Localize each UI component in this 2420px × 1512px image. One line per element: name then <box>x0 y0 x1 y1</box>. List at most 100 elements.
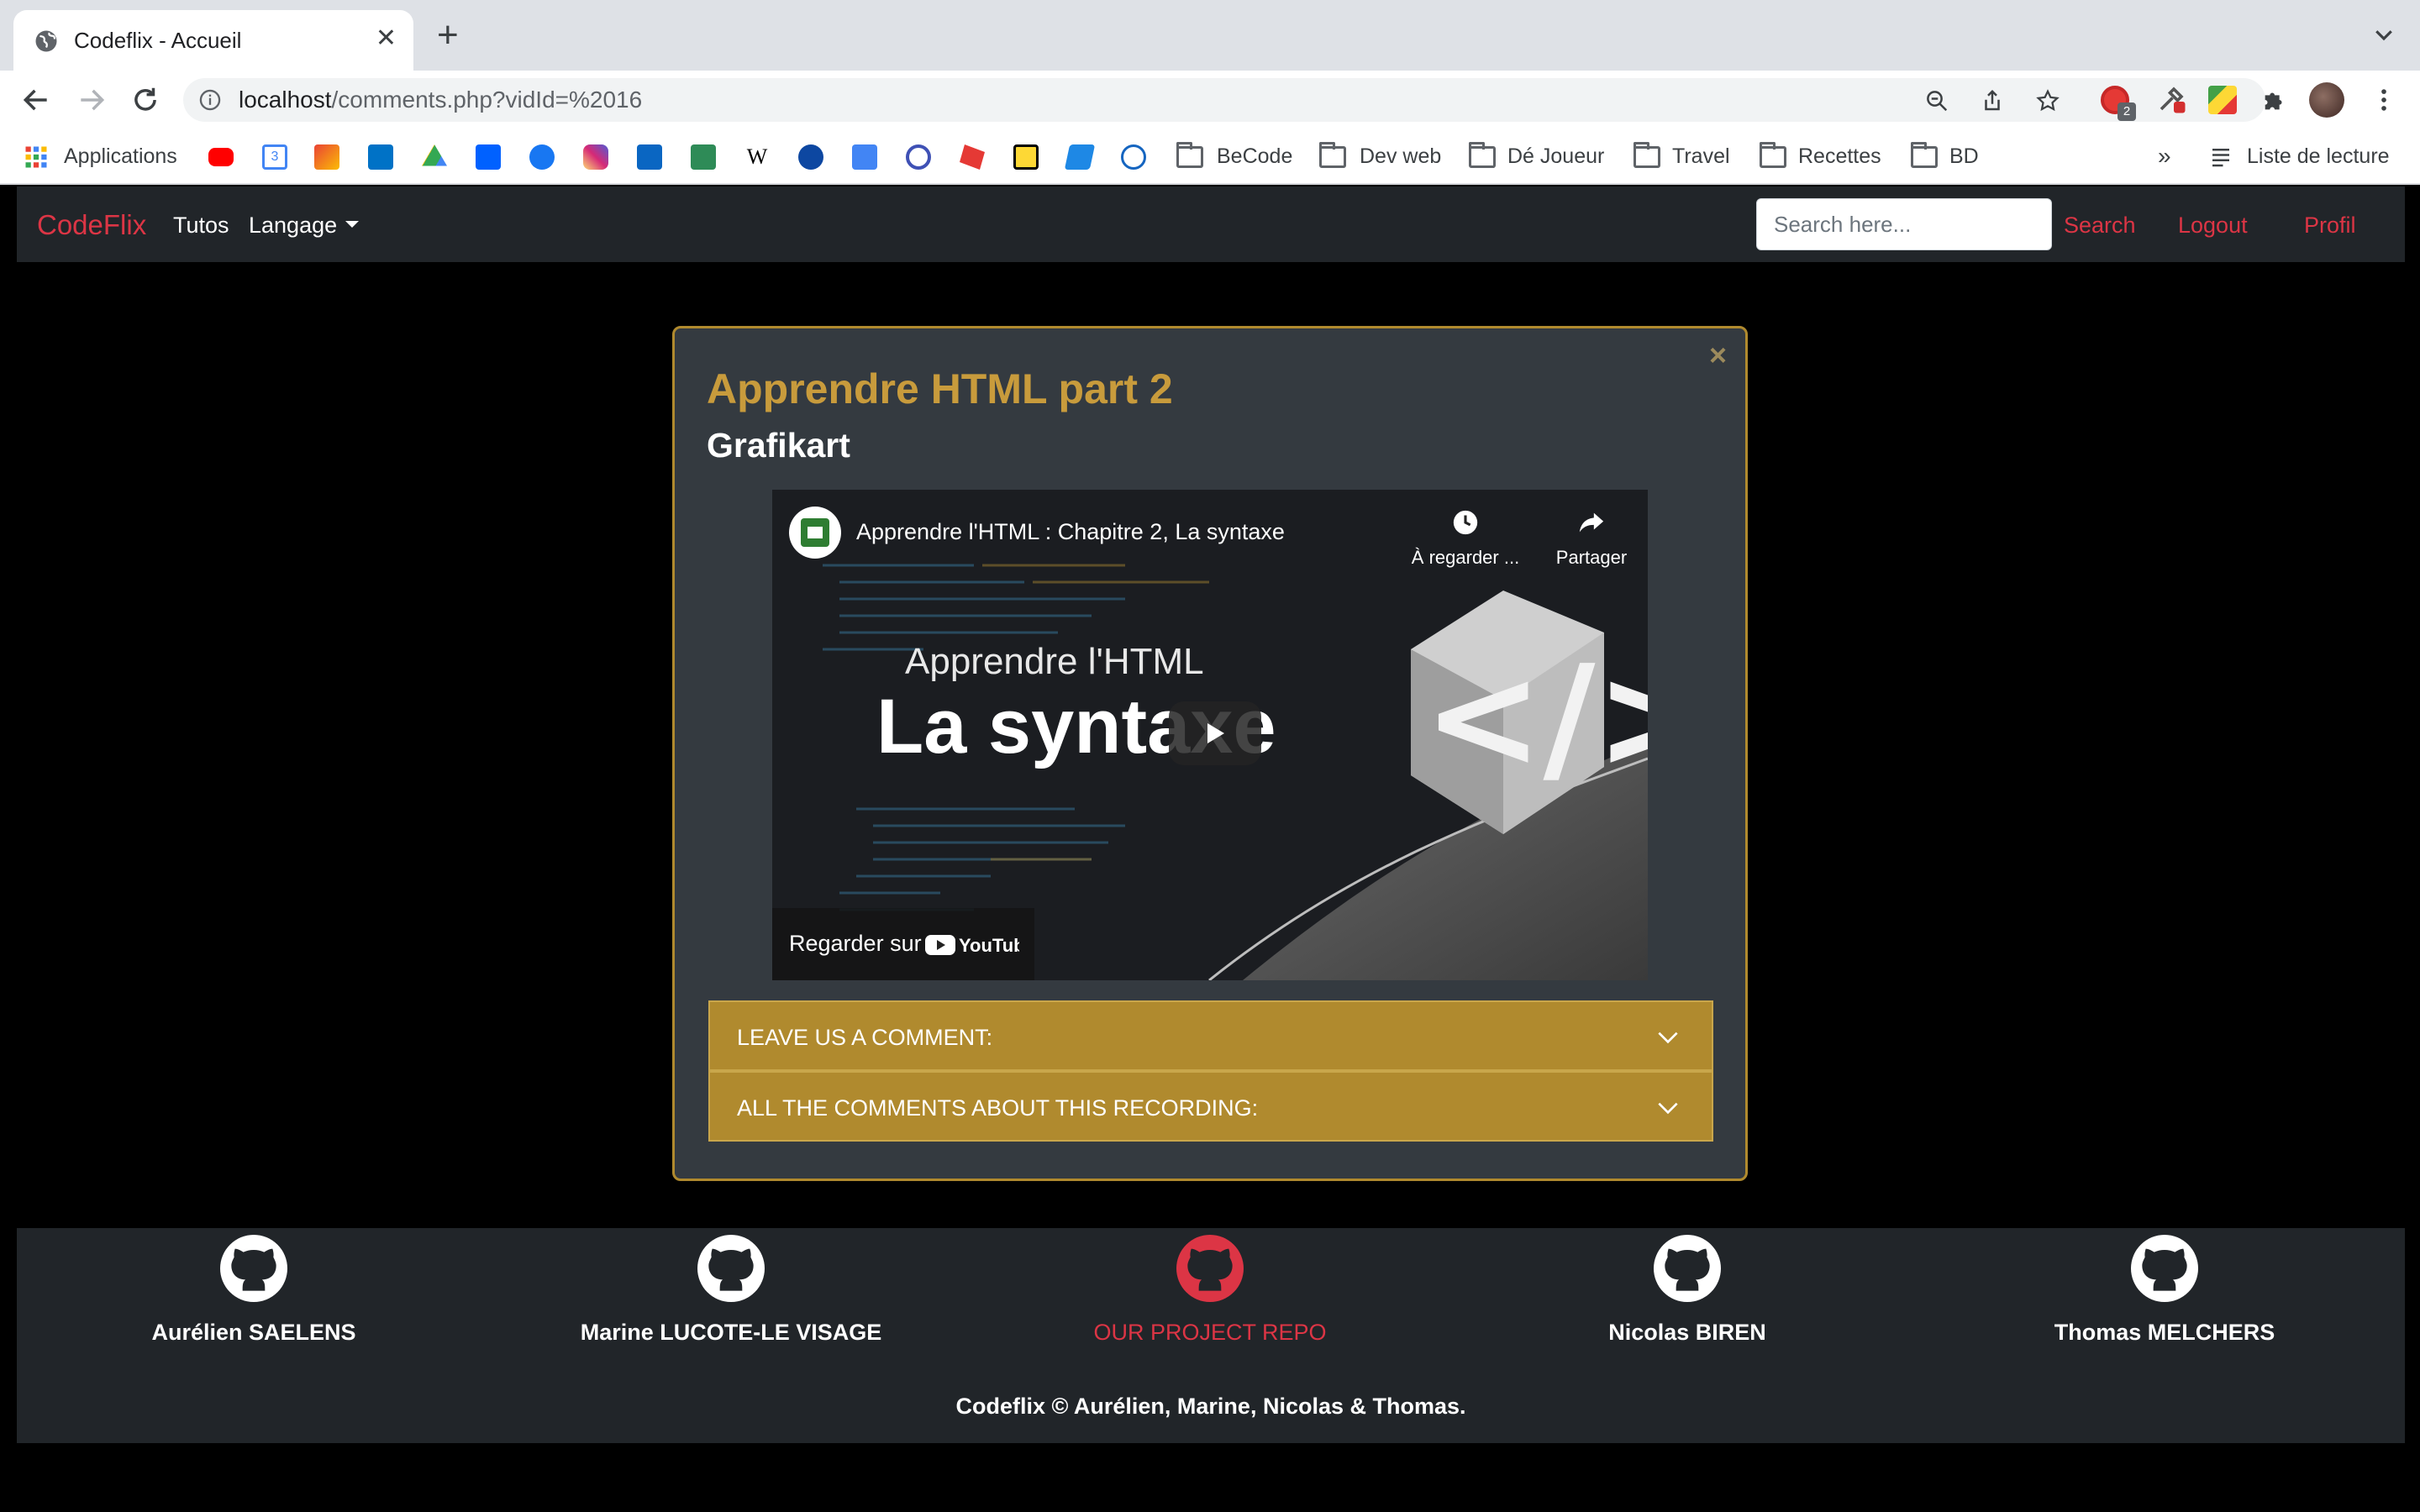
reading-list-icon[interactable] <box>2208 144 2233 170</box>
forward-icon[interactable] <box>76 84 108 116</box>
share-button[interactable]: Partager <box>1533 508 1648 570</box>
youtube-logo-icon: YouTube <box>925 935 1019 956</box>
eyedropper-extension-icon[interactable] <box>2156 84 2186 114</box>
page-body: CodeFlix Tutos Langage Search Logout Pro… <box>0 186 2420 1512</box>
github-icon <box>1654 1235 1721 1302</box>
close-icon[interactable]: × <box>1709 340 1727 370</box>
video-card: × Apprendre HTML part 2 Grafikart </ App… <box>672 326 1748 1181</box>
bookmark-folder-travel[interactable]: Travel <box>1672 143 1730 170</box>
embed-video-title[interactable]: Apprendre l'HTML : Chapitre 2, La syntax… <box>856 517 1285 547</box>
bookmarks-overflow-icon[interactable]: » <box>2158 143 2171 170</box>
chevron-down-icon <box>1658 1032 1678 1044</box>
bookmark-folder-de-joueur[interactable]: Dé Joueur <box>1507 143 1604 170</box>
apps-grid-icon[interactable] <box>24 144 49 170</box>
chevron-down-icon[interactable] <box>2371 22 2396 47</box>
github-icon <box>1176 1235 1244 1302</box>
translate-bookmark-icon[interactable] <box>852 144 877 170</box>
facebook-bookmark-icon[interactable] <box>529 144 555 170</box>
github-icon <box>697 1235 765 1302</box>
reading-list-label[interactable]: Liste de lecture <box>2247 143 2390 170</box>
channel-avatar[interactable] <box>789 507 841 559</box>
outlook-bookmark-icon[interactable] <box>368 144 393 170</box>
member-name: Aurélien SAELENS <box>151 1320 356 1345</box>
clock-icon <box>1453 510 1478 535</box>
browser-tab[interactable]: Codeflix - Accueil ✕ <box>13 10 413 71</box>
profil-link[interactable]: Profil <box>2304 210 2356 240</box>
linkedin-bookmark-icon[interactable] <box>637 144 662 170</box>
be-bookmark-icon[interactable] <box>798 144 823 170</box>
dropbox-bookmark-icon[interactable] <box>476 144 501 170</box>
gmail-bookmark-icon[interactable] <box>314 144 339 170</box>
member-nicolas[interactable]: Nicolas BIREN <box>1494 1235 1881 1347</box>
play-button[interactable] <box>1169 701 1261 765</box>
nav-langage-dropdown[interactable]: Langage <box>249 210 360 240</box>
all-comments-accordion[interactable]: ALL THE COMMENTS ABOUT THIS RECORDING: <box>708 1071 1713 1142</box>
red-bookmark-icon[interactable] <box>960 144 985 170</box>
address-bar[interactable]: localhost/comments.php?vidId=%2016 <box>183 78 2265 122</box>
tab-title: Codeflix - Accueil <box>74 28 242 53</box>
chevron-down-icon <box>1658 1102 1678 1115</box>
new-tab-icon[interactable]: + <box>437 17 459 54</box>
logout-link[interactable]: Logout <box>2178 210 2248 240</box>
site-navbar: CodeFlix Tutos Langage Search Logout Pro… <box>17 186 2405 262</box>
watch-on-youtube-button[interactable]: Regarder sur YouTube <box>772 908 1034 980</box>
youtube-wordmark: YouTube <box>959 935 1019 956</box>
instagram-bookmark-icon[interactable] <box>583 144 608 170</box>
b-bookmark-icon[interactable] <box>1121 144 1146 170</box>
watch-later-button[interactable]: À regarder ... <box>1402 508 1528 570</box>
bookmark-folder-bd[interactable]: BD <box>1949 143 1979 170</box>
folder-icon <box>1911 142 1938 168</box>
bookmark-folder-recettes[interactable]: Recettes <box>1798 143 1881 170</box>
leave-comment-label: LEAVE US A COMMENT: <box>737 1025 993 1050</box>
sheet-bookmark-icon[interactable] <box>691 144 716 170</box>
blue-bookmark-icon[interactable] <box>1064 144 1096 170</box>
video-author: Grafikart <box>707 426 850 465</box>
zoom-out-icon[interactable] <box>1924 88 1949 113</box>
caret-down-icon <box>345 220 360 228</box>
youtube-bookmark-icon[interactable] <box>208 148 234 166</box>
youtube-embed[interactable]: </> Apprendre l'HTML : Chapitre 2, La sy… <box>772 490 1648 980</box>
back-icon[interactable] <box>20 84 52 116</box>
member-aurelien[interactable]: Aurélien SAELENS <box>60 1235 447 1347</box>
github-icon <box>2131 1235 2198 1302</box>
bd-bookmark-icon[interactable] <box>1013 144 1039 170</box>
star-icon[interactable] <box>2035 88 2060 113</box>
member-marine[interactable]: Marine LUCOTE-LE VISAGE <box>538 1235 924 1347</box>
extension-badge: 2 <box>2118 102 2136 121</box>
color-extension-icon[interactable] <box>2208 86 2237 114</box>
bookmark-folder-becode[interactable]: BeCode <box>1217 143 1292 170</box>
nav-tutos[interactable]: Tutos <box>173 210 229 240</box>
puzzle-extensions-icon[interactable] <box>2260 86 2289 114</box>
bookmark-applications[interactable]: Applications <box>64 143 177 170</box>
calendar-bookmark-icon[interactable]: 3 <box>262 144 287 170</box>
project-repo-link[interactable]: OUR PROJECT REPO <box>1017 1235 1403 1347</box>
share-arrow-icon <box>1579 512 1604 533</box>
drive-bookmark-icon[interactable] <box>422 144 447 166</box>
folder-icon <box>1176 142 1203 168</box>
tab-close-icon[interactable]: ✕ <box>376 24 397 54</box>
info-icon[interactable] <box>198 88 222 112</box>
browser-toolbar: localhost/comments.php?vidId=%2016 2 <box>0 71 2420 129</box>
member-name: Marine LUCOTE-LE VISAGE <box>580 1320 882 1345</box>
all-comments-label: ALL THE COMMENTS ABOUT THIS RECORDING: <box>737 1095 1259 1121</box>
share-icon[interactable] <box>1980 88 2005 113</box>
folder-icon <box>1319 142 1346 168</box>
share-label: Partager <box>1555 547 1628 568</box>
site-brand[interactable]: CodeFlix <box>37 208 146 242</box>
leave-comment-accordion[interactable]: LEAVE US A COMMENT: <box>708 1000 1713 1071</box>
search-button[interactable]: Search <box>2064 210 2136 240</box>
reload-icon[interactable] <box>129 84 161 116</box>
thumbnail-subtitle: Apprendre l'HTML <box>905 641 1204 682</box>
kebab-menu-icon[interactable] <box>2370 86 2398 114</box>
avatar[interactable] <box>2309 82 2344 118</box>
project-repo-label: OUR PROJECT REPO <box>1093 1320 1327 1345</box>
member-name: Thomas MELCHERS <box>2054 1320 2275 1345</box>
site-footer: Aurélien SAELENS Marine LUCOTE-LE VISAGE… <box>17 1228 2405 1443</box>
wikipedia-bookmark-icon[interactable]: W <box>744 144 770 170</box>
bookmark-folder-dev-web[interactable]: Dev web <box>1360 143 1441 170</box>
circle-bookmark-icon[interactable] <box>906 144 931 170</box>
member-thomas[interactable]: Thomas MELCHERS <box>1971 1235 2358 1347</box>
search-input[interactable] <box>1756 198 2052 250</box>
video-title: Apprendre HTML part 2 <box>707 365 1173 412</box>
member-name: Nicolas BIREN <box>1608 1320 1766 1345</box>
